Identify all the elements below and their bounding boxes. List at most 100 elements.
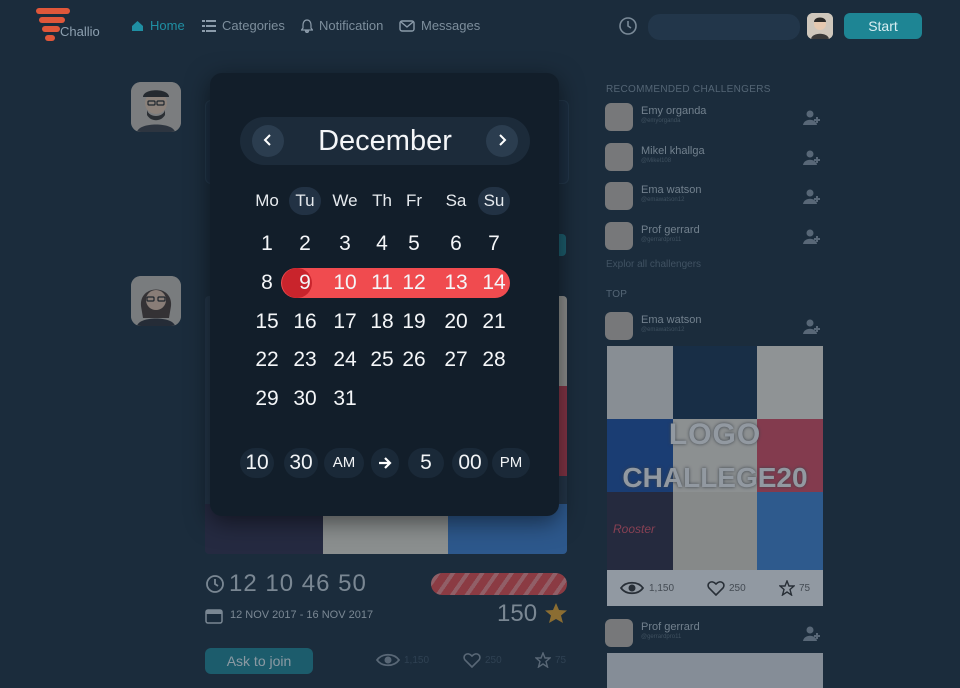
- star-icon: [535, 652, 551, 668]
- challenger-row[interactable]: Prof gerrard @gerrardpro11: [605, 220, 825, 256]
- day-cell[interactable]: 28: [475, 348, 513, 372]
- heart-icon: [463, 653, 481, 668]
- challenger-row[interactable]: Ema watson @emawatson12: [605, 180, 825, 216]
- progress-bar: [431, 573, 567, 595]
- day-cell[interactable]: 16: [286, 310, 324, 334]
- next-post-avatar: [605, 619, 633, 647]
- weekday-label: Su: [478, 187, 510, 215]
- history-icon[interactable]: [618, 16, 638, 36]
- calendar-icon: [205, 609, 223, 624]
- day-cell[interactable]: 9: [286, 271, 324, 295]
- challenger-handle: @Mikel108: [641, 158, 672, 164]
- day-cell[interactable]: 19: [395, 310, 433, 334]
- top-stars-stat[interactable]: 75: [779, 580, 810, 596]
- day-cell[interactable]: 23: [286, 348, 324, 372]
- challenger-name: Prof gerrard: [641, 224, 700, 236]
- top-stars-count: 75: [799, 582, 811, 594]
- top-post-image[interactable]: LOGO CHALLEGE20 Rooster: [607, 346, 823, 570]
- day-cell[interactable]: 13: [437, 271, 475, 295]
- day-cell[interactable]: 7: [475, 232, 513, 256]
- day-cell[interactable]: 5: [395, 232, 433, 256]
- likes-stat[interactable]: 250: [463, 652, 502, 668]
- day-cell[interactable]: 21: [475, 310, 513, 334]
- date-range-picker: December Mo Tu We Th Fr Sa Su 1 2 3 4 5 6 7 8 9 10 11 12 1…: [210, 73, 559, 516]
- challenger-handle: @emawatson12: [641, 197, 685, 203]
- eye-icon: [376, 653, 400, 667]
- day-cell[interactable]: 29: [248, 387, 286, 411]
- start-period[interactable]: AM: [324, 448, 364, 478]
- start-minute[interactable]: 30: [284, 448, 318, 478]
- day-cell[interactable]: 27: [437, 348, 475, 372]
- add-user-icon[interactable]: [803, 625, 821, 643]
- weekday-label: We: [332, 191, 358, 210]
- top-nav: Challio Home Categories Notification Mes…: [0, 0, 960, 52]
- add-user-icon[interactable]: [803, 188, 821, 206]
- end-hour[interactable]: 5: [408, 448, 444, 478]
- nav-messages[interactable]: Messages: [399, 18, 480, 33]
- post-author-avatar[interactable]: [131, 82, 181, 132]
- end-minute[interactable]: 00: [452, 448, 488, 478]
- top-post-name: Ema watson: [641, 314, 702, 326]
- mail-icon: [399, 19, 415, 32]
- nav-categories[interactable]: Categories: [202, 18, 285, 33]
- day-cell[interactable]: 8: [248, 271, 286, 295]
- day-cell[interactable]: 2: [286, 232, 324, 256]
- likes-count: 250: [485, 654, 502, 666]
- start-hour[interactable]: 10: [240, 448, 274, 478]
- challenger-avatar: [605, 143, 633, 171]
- day-cell[interactable]: 10: [326, 271, 364, 295]
- end-period[interactable]: PM: [492, 448, 530, 478]
- day-cell[interactable]: 15: [248, 310, 286, 334]
- day-cell[interactable]: 26: [395, 348, 433, 372]
- challenger-avatar: [605, 103, 633, 131]
- next-post-image[interactable]: [607, 653, 823, 688]
- top-views-stat: 1,150: [619, 580, 674, 596]
- top-title: TOP: [606, 289, 628, 300]
- day-cell[interactable]: 30: [286, 387, 324, 411]
- eye-icon: [619, 581, 645, 595]
- weekday-label: Fr: [405, 191, 423, 210]
- next-post-header[interactable]: Prof gerrard @gerrardpro11: [605, 617, 825, 653]
- nav-notification[interactable]: Notification: [301, 18, 383, 33]
- top-likes-stat[interactable]: 250: [707, 580, 746, 596]
- top-post-header[interactable]: Ema watson @emawatson12: [605, 310, 825, 346]
- month-header: December: [240, 117, 530, 165]
- top-post-handle: @emawatson12: [641, 327, 685, 333]
- logo-text: Challio: [60, 24, 100, 39]
- add-user-icon[interactable]: [803, 109, 821, 127]
- views-stat: 1,150: [376, 652, 429, 668]
- day-cell[interactable]: 6: [437, 232, 475, 256]
- challenger-row[interactable]: Emy organda @emyorganda: [605, 101, 825, 137]
- top-post-avatar: [605, 312, 633, 340]
- stars-stat[interactable]: 75: [535, 652, 566, 668]
- ask-to-join-button[interactable]: Ask to join: [205, 648, 313, 674]
- day-cell[interactable]: 17: [326, 310, 364, 334]
- challenger-row[interactable]: Mikel khallga @Mikel108: [605, 141, 825, 177]
- challenger-name: Ema watson: [641, 184, 702, 196]
- day-cell[interactable]: 31: [326, 387, 364, 411]
- challenge-author-avatar[interactable]: [131, 276, 181, 326]
- next-month-button[interactable]: [486, 125, 518, 157]
- challenger-avatar: [605, 222, 633, 250]
- day-cell[interactable]: 22: [248, 348, 286, 372]
- start-button[interactable]: Start: [844, 13, 922, 39]
- add-user-icon[interactable]: [803, 228, 821, 246]
- search-input[interactable]: [648, 14, 800, 40]
- day-cell[interactable]: 14: [475, 271, 513, 295]
- day-cell[interactable]: 1: [248, 232, 286, 256]
- star-icon: [779, 580, 795, 596]
- challenge-points: 150: [497, 600, 538, 627]
- day-cell[interactable]: 3: [326, 232, 364, 256]
- day-cell[interactable]: 20: [437, 310, 475, 334]
- stars-count: 75: [555, 654, 567, 666]
- day-cell[interactable]: 24: [326, 348, 364, 372]
- explore-challengers-link[interactable]: Explor all challengers: [606, 259, 701, 270]
- add-user-icon[interactable]: [803, 149, 821, 167]
- user-avatar[interactable]: [807, 13, 833, 39]
- top-post-image-subtitle: CHALLEGE20: [622, 462, 808, 493]
- challenger-avatar: [605, 182, 633, 210]
- app-logo[interactable]: Challio: [36, 6, 106, 44]
- add-user-icon[interactable]: [803, 318, 821, 336]
- day-cell[interactable]: 12: [395, 271, 433, 295]
- nav-home[interactable]: Home: [131, 18, 185, 33]
